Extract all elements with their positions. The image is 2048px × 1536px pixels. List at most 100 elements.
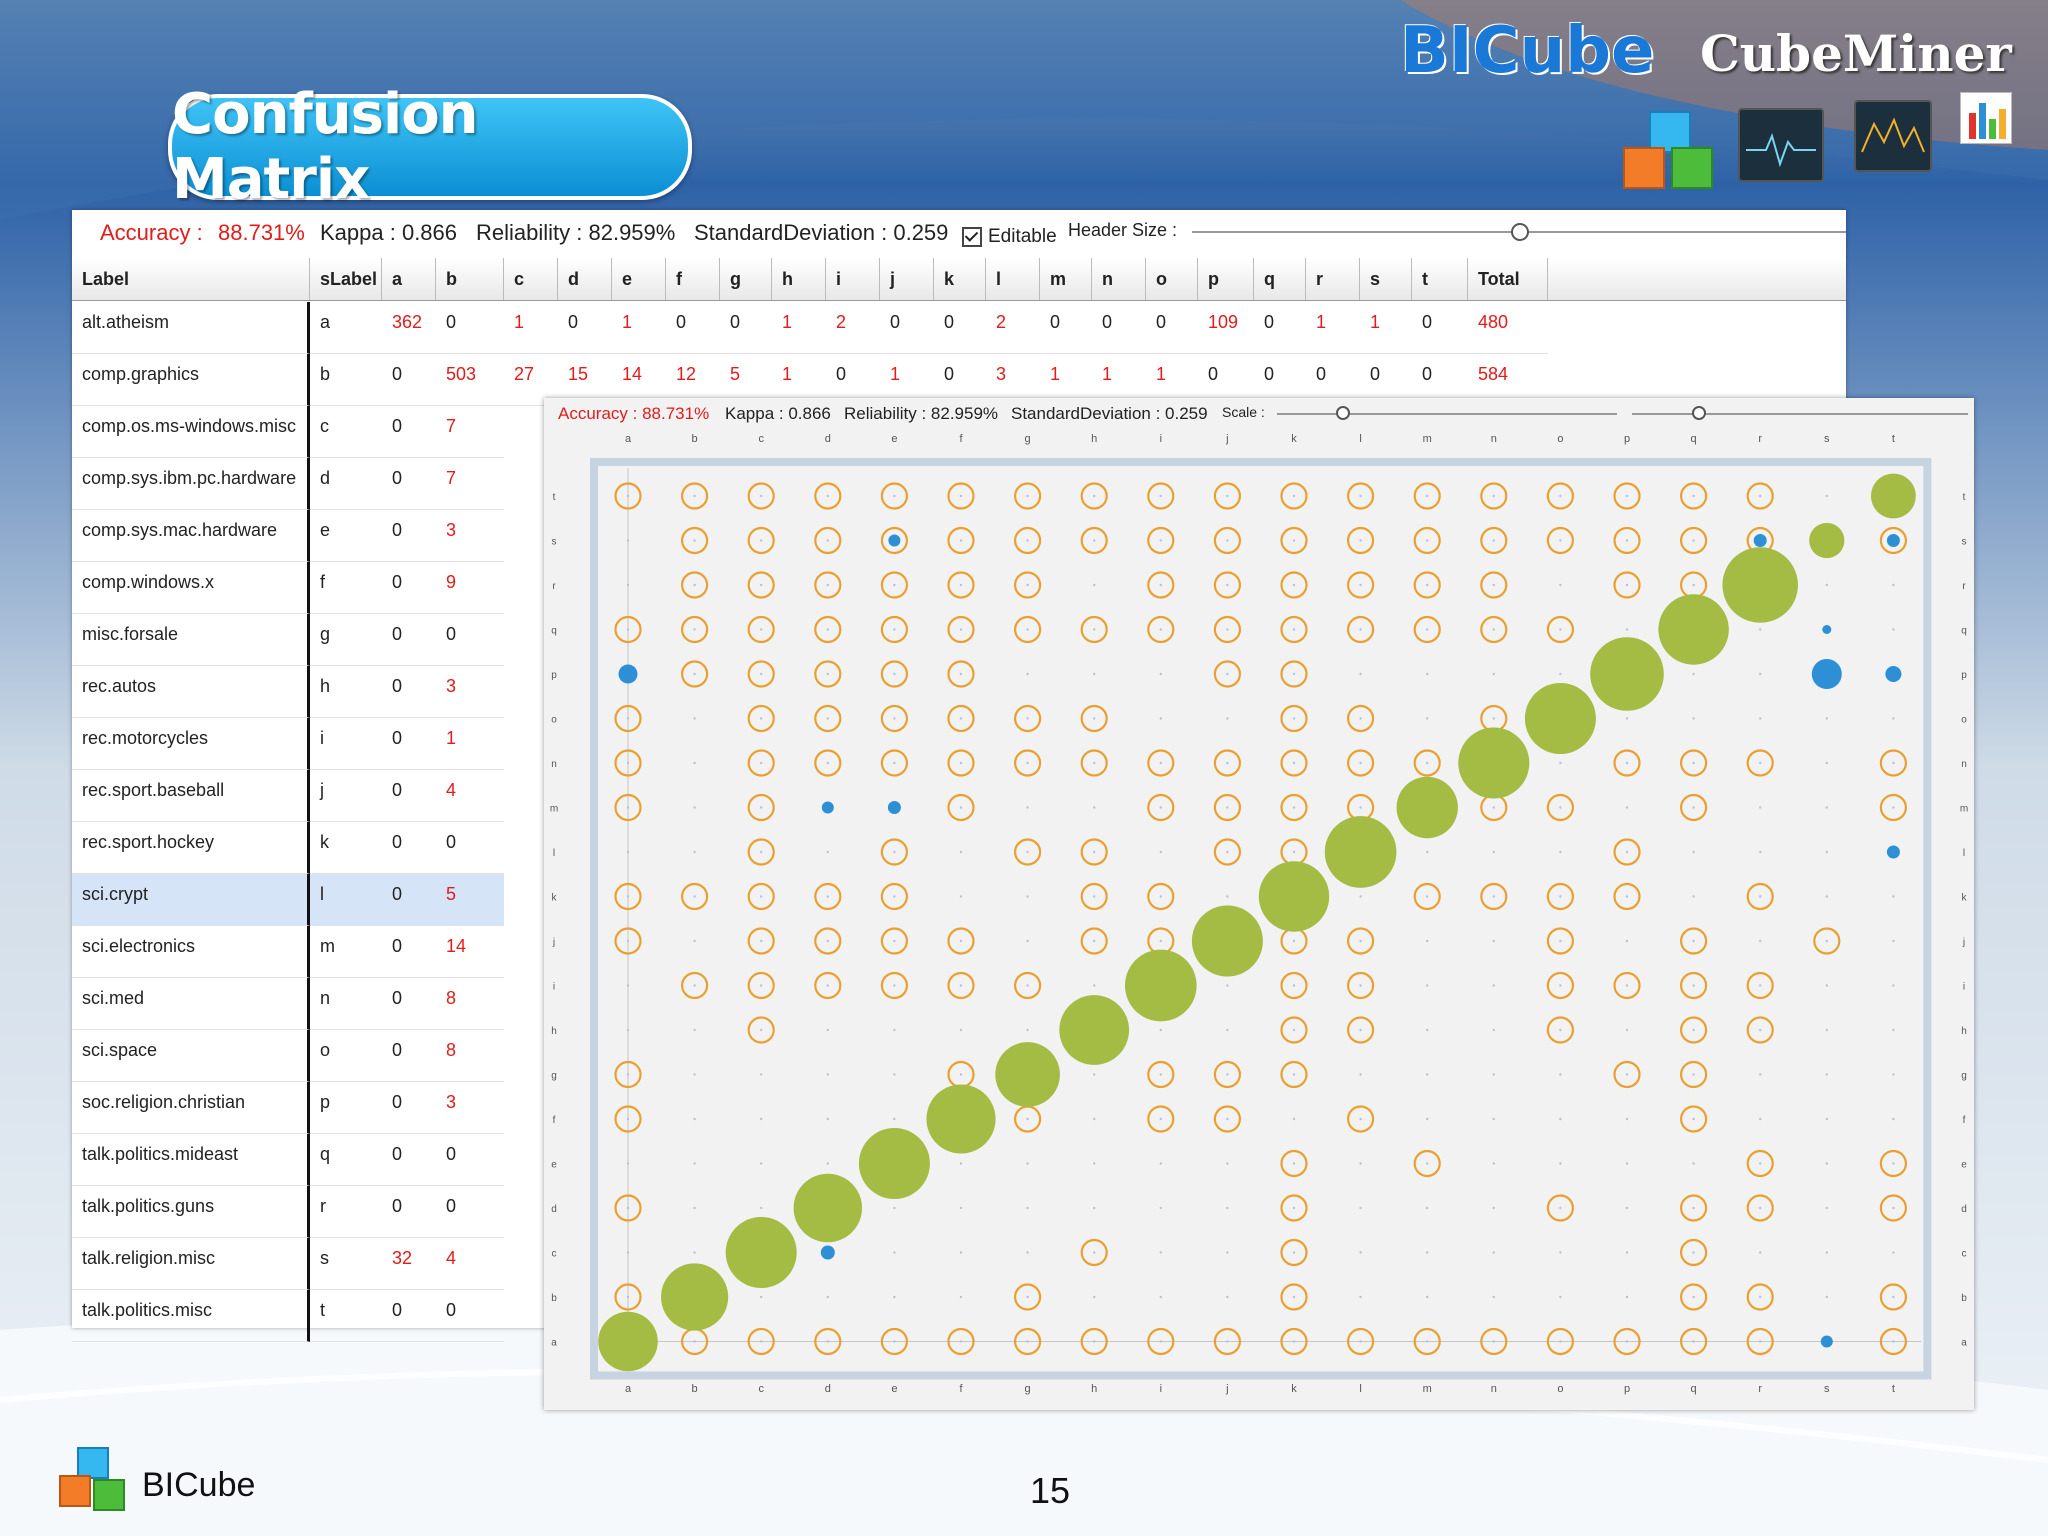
cell-a[interactable]: 0: [382, 666, 436, 718]
column-header-slabel[interactable]: sLabel: [310, 258, 382, 300]
cell-a[interactable]: 0: [382, 614, 436, 666]
cell-j[interactable]: 0: [880, 302, 934, 354]
monitor-icon[interactable]: [1738, 108, 1824, 182]
cell-g[interactable]: 0: [720, 302, 772, 354]
cell-b[interactable]: 0: [436, 1134, 504, 1186]
cell-slabel[interactable]: h: [310, 666, 382, 718]
cell-b[interactable]: 8: [436, 1030, 504, 1082]
column-header-g[interactable]: g: [720, 258, 772, 300]
cell-slabel[interactable]: i: [310, 718, 382, 770]
scale2-slider-handle[interactable]: [1692, 406, 1706, 420]
cell-label[interactable]: comp.windows.x: [72, 562, 310, 614]
bar-chart-icon[interactable]: [1960, 92, 2012, 144]
cell-label[interactable]: rec.motorcycles: [72, 718, 310, 770]
cell-a[interactable]: 362: [382, 302, 436, 354]
table-row[interactable]: alt.atheism a 362 0 1 0 1 0 0 1 2 0 0 2 0 0 0 109 0 1 1 0 480: [72, 302, 1846, 354]
column-header-t[interactable]: t: [1412, 258, 1468, 300]
header-size-slider-handle[interactable]: [1511, 223, 1529, 241]
cell-slabel[interactable]: d: [310, 458, 382, 510]
cell-n[interactable]: 0: [1092, 302, 1146, 354]
cell-label[interactable]: alt.atheism: [72, 302, 310, 354]
scale-slider-handle[interactable]: [1336, 406, 1350, 420]
cell-slabel[interactable]: s: [310, 1238, 382, 1290]
scale2-slider-track[interactable]: [1632, 413, 1968, 415]
cell-b[interactable]: 14: [436, 926, 504, 978]
cell-a[interactable]: 0: [382, 458, 436, 510]
cell-b[interactable]: 0: [436, 1290, 504, 1342]
column-header-label[interactable]: Label: [72, 258, 310, 300]
cell-slabel[interactable]: a: [310, 302, 382, 354]
cell-t[interactable]: 0: [1412, 302, 1468, 354]
cell-l[interactable]: 2: [986, 302, 1040, 354]
cell-b[interactable]: 9: [436, 562, 504, 614]
column-header-r[interactable]: r: [1306, 258, 1360, 300]
cell-b[interactable]: 4: [436, 770, 504, 822]
column-header-q[interactable]: q: [1254, 258, 1306, 300]
cell-label[interactable]: talk.politics.misc: [72, 1290, 310, 1342]
cell-b[interactable]: 3: [436, 1082, 504, 1134]
cell-d[interactable]: 0: [558, 302, 612, 354]
column-header-o[interactable]: o: [1146, 258, 1198, 300]
column-header-c[interactable]: c: [504, 258, 558, 300]
column-header-k[interactable]: k: [934, 258, 986, 300]
cell-b[interactable]: 0: [436, 1186, 504, 1238]
cell-h[interactable]: 1: [772, 302, 826, 354]
cell-p[interactable]: 109: [1198, 302, 1254, 354]
cell-c[interactable]: 1: [504, 302, 558, 354]
column-header-a[interactable]: a: [382, 258, 436, 300]
cell-b[interactable]: 7: [436, 406, 504, 458]
cell-a[interactable]: 0: [382, 406, 436, 458]
cell-q[interactable]: 0: [1254, 302, 1306, 354]
cell-label[interactable]: sci.med: [72, 978, 310, 1030]
column-header-p[interactable]: p: [1198, 258, 1254, 300]
cell-b[interactable]: 0: [436, 614, 504, 666]
cell-label[interactable]: sci.electronics: [72, 926, 310, 978]
cell-label[interactable]: comp.sys.mac.hardware: [72, 510, 310, 562]
cell-a[interactable]: 0: [382, 822, 436, 874]
cell-a[interactable]: 0: [382, 1030, 436, 1082]
column-header-b[interactable]: b: [436, 258, 504, 300]
cell-b[interactable]: 3: [436, 510, 504, 562]
cell-slabel[interactable]: k: [310, 822, 382, 874]
cell-b[interactable]: 7: [436, 458, 504, 510]
cell-label[interactable]: talk.politics.mideast: [72, 1134, 310, 1186]
cell-total[interactable]: 480: [1468, 302, 1548, 354]
cell-k[interactable]: 0: [934, 302, 986, 354]
column-header-d[interactable]: d: [558, 258, 612, 300]
cell-label[interactable]: rec.sport.baseball: [72, 770, 310, 822]
cell-slabel[interactable]: m: [310, 926, 382, 978]
cell-b[interactable]: 1: [436, 718, 504, 770]
column-header-e[interactable]: e: [612, 258, 666, 300]
column-header-s[interactable]: s: [1360, 258, 1412, 300]
cell-label[interactable]: sci.space: [72, 1030, 310, 1082]
cell-slabel[interactable]: j: [310, 770, 382, 822]
cell-b[interactable]: 503: [436, 354, 504, 406]
cell-a[interactable]: 0: [382, 926, 436, 978]
cell-a[interactable]: 32: [382, 1238, 436, 1290]
cell-label[interactable]: rec.sport.hockey: [72, 822, 310, 874]
cell-slabel[interactable]: l: [310, 874, 382, 926]
cell-s[interactable]: 1: [1360, 302, 1412, 354]
cell-e[interactable]: 1: [612, 302, 666, 354]
column-header-total[interactable]: Total: [1468, 258, 1548, 300]
cell-b[interactable]: 0: [436, 822, 504, 874]
cell-f[interactable]: 0: [666, 302, 720, 354]
cell-label[interactable]: soc.religion.christian: [72, 1082, 310, 1134]
cell-a[interactable]: 0: [382, 354, 436, 406]
cell-a[interactable]: 0: [382, 718, 436, 770]
cell-slabel[interactable]: e: [310, 510, 382, 562]
cell-a[interactable]: 0: [382, 874, 436, 926]
cell-a[interactable]: 0: [382, 770, 436, 822]
cell-o[interactable]: 0: [1146, 302, 1198, 354]
column-header-f[interactable]: f: [666, 258, 720, 300]
cell-slabel[interactable]: f: [310, 562, 382, 614]
cell-a[interactable]: 0: [382, 1290, 436, 1342]
cell-slabel[interactable]: t: [310, 1290, 382, 1342]
cell-a[interactable]: 0: [382, 1186, 436, 1238]
cell-label[interactable]: rec.autos: [72, 666, 310, 718]
cell-a[interactable]: 0: [382, 978, 436, 1030]
column-header-i[interactable]: i: [826, 258, 880, 300]
cell-b[interactable]: 3: [436, 666, 504, 718]
cell-label[interactable]: misc.forsale: [72, 614, 310, 666]
cell-a[interactable]: 0: [382, 1082, 436, 1134]
